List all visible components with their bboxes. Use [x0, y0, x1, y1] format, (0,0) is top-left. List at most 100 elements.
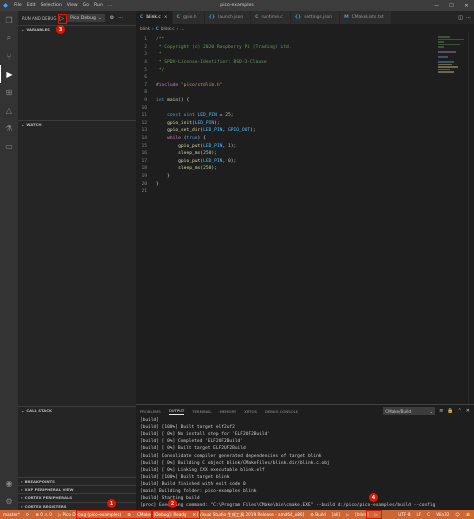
code-line[interactable]: 2 * Copyright (c) 2020 Raspberry Pi (Tra…: [136, 44, 436, 51]
status-feedback-icon[interactable]: ☺: [452, 512, 462, 518]
status-encoding[interactable]: UTF-8: [395, 512, 413, 518]
breadcrumb-folder[interactable]: blink: [140, 26, 150, 31]
status-build-target-item[interactable]: [all]: [329, 512, 343, 517]
section-peripheral-view[interactable]: › XXP PERIPHERAL VIEW: [18, 485, 136, 493]
tab-settings-json[interactable]: {} settings.json: [290, 11, 341, 24]
section-call-stack[interactable]: ⌄ CALL STACK: [18, 406, 136, 414]
code-text: sleep_ms(250);: [150, 151, 217, 156]
code-line[interactable]: 18 sleep_ms(250);: [136, 165, 436, 172]
tab-launch-json[interactable]: {} launch.json: [204, 11, 252, 24]
tab-runtime-c[interactable]: Cruntime.c: [251, 11, 291, 24]
status-launch-item[interactable]: ▷: [343, 512, 352, 517]
menu-more[interactable]: ...: [108, 3, 112, 8]
cmake-icon[interactable]: △: [0, 101, 18, 119]
panel-tab-memory[interactable]: MEMORY: [220, 409, 237, 414]
status-sync-item[interactable]: ⟳: [23, 512, 33, 517]
minimap[interactable]: [438, 36, 466, 76]
code-line[interactable]: 5 */: [136, 66, 436, 73]
code-line[interactable]: 20}: [136, 180, 436, 187]
more-actions-icon[interactable]: ⋯: [466, 15, 471, 21]
code-line[interactable]: 19 }: [136, 173, 436, 180]
close-icon[interactable]: ✕: [459, 0, 474, 11]
code-line[interactable]: 16 sleep_ms(250);: [136, 150, 436, 157]
code-token: gpio_put: [178, 143, 201, 149]
code-line[interactable]: 14 while (true) {: [136, 135, 436, 142]
extensions-icon[interactable]: ⊞: [0, 83, 18, 101]
code-line[interactable]: 4 * SPDX-License-Identifier: BSD-3-Claus…: [136, 59, 436, 66]
section-breakpoints[interactable]: › BREAKPOINTS: [18, 477, 136, 485]
list-filter-icon[interactable]: ≡: [439, 408, 443, 414]
code-line[interactable]: 6: [136, 74, 436, 81]
section-cortex-registers[interactable]: › CORTEX REGISTERS: [18, 502, 136, 510]
editor-scrollbar[interactable]: [468, 32, 474, 404]
code-line[interactable]: 8: [136, 89, 436, 96]
close-panel-icon[interactable]: ✕: [466, 408, 470, 414]
lock-scroll-icon[interactable]: 🔒: [447, 408, 453, 414]
tab-cmakelists-txt[interactable]: M CMakeLists.txt: [340, 11, 392, 24]
panel-tab-debug-console[interactable]: DEBUG CONSOLE: [265, 409, 298, 414]
more-actions-icon[interactable]: ⋯: [118, 15, 123, 21]
output-channel-label: CMake/Build: [385, 408, 412, 414]
testing-icon[interactable]: ⚗: [0, 119, 18, 137]
status-eol[interactable]: LF: [414, 512, 425, 518]
line-number: 3: [144, 52, 147, 58]
code-editor[interactable]: 1/** 2 * Copyright (c) 2020 Raspberry Pi …: [136, 32, 474, 404]
code-line[interactable]: 11 const uint LED_PIN = 25;: [136, 112, 436, 119]
code-line[interactable]: 10: [136, 104, 436, 111]
panel-tab-problems[interactable]: PROBLEMS: [140, 409, 161, 414]
code-line[interactable]: 1 /**: [136, 36, 436, 43]
maximize-panel-icon[interactable]: ⌃: [458, 408, 462, 414]
status-notifications-icon[interactable]: 🔔: [463, 512, 474, 518]
code-line[interactable]: 17 gpio_put(LED_PIN, 0);: [136, 158, 436, 165]
run-debug-icon[interactable]: ▶: [0, 65, 18, 83]
status-platform[interactable]: Win32: [433, 512, 452, 518]
output-channel-select[interactable]: CMake/Build ⌄: [383, 407, 436, 415]
status-problems-item[interactable]: ⊗ 0 ⚠ 0: [32, 512, 55, 517]
accounts-icon[interactable]: ◉: [0, 474, 18, 492]
code-line[interactable]: 13 gpio_set_dir(LED_PIN, GPIO_OUT);: [136, 127, 436, 134]
section-cortex-peripherals[interactable]: › CORTEX PERIPHERALS: [18, 493, 136, 501]
tab-gpio-h[interactable]: Cgpio.h: [172, 11, 205, 24]
debug-config-select[interactable]: Pico Debug ⌄: [67, 14, 105, 22]
output-line: [build] Consolidate compiler generated d…: [140, 453, 322, 459]
run-debug-sidebar: RUN AND DEBUG ▷ Pico Debug ⌄ ⚙ ⋯ ⌄ VARIA…: [18, 11, 136, 510]
code-line[interactable]: 21: [136, 188, 436, 195]
status-branch-item[interactable]: master*: [0, 512, 23, 517]
panel-tab-output[interactable]: OUTPUT: [168, 408, 185, 415]
split-editor-icon[interactable]: ◫: [458, 15, 463, 21]
tab-blink-c[interactable]: Cblink.c ×: [136, 11, 173, 24]
code-line[interactable]: 9 int main() {: [136, 97, 436, 104]
section-watch[interactable]: ⌄ WATCH: [18, 120, 136, 128]
menu-edit[interactable]: Edit: [27, 3, 36, 8]
code-line[interactable]: 3 *: [136, 51, 436, 58]
breadcrumb-symbol[interactable]: ...: [180, 26, 184, 31]
code-token: "pico/stdlib.h": [180, 82, 223, 88]
code-token: LED_PIN: [194, 120, 215, 126]
section-variables[interactable]: ⌄ VARIABLES: [18, 25, 136, 33]
settings-gear-icon[interactable]: ⚙: [110, 15, 114, 21]
minimize-icon[interactable]: —: [429, 0, 444, 11]
manage-gear-icon[interactable]: ⚙: [0, 492, 18, 510]
search-icon[interactable]: ⌕: [0, 29, 18, 47]
menu-view[interactable]: View: [67, 3, 78, 8]
menu-file[interactable]: File: [14, 3, 22, 8]
code-token: ) {: [197, 135, 206, 141]
panel-tab-terminal[interactable]: TERMINAL: [192, 409, 211, 414]
status-kit-item[interactable]: ✕ [Visual Studio 生成工具 2019 Release - amd…: [189, 512, 307, 518]
menu-selection[interactable]: Selection: [41, 3, 62, 8]
breadcrumb-file[interactable]: blink.c: [161, 26, 175, 31]
explorer-icon[interactable]: ❐: [0, 11, 18, 29]
code-line[interactable]: 15 gpio_put(LED_PIN, 1);: [136, 142, 436, 149]
status-language[interactable]: C: [424, 512, 433, 518]
remote-explorer-icon[interactable]: ▭: [0, 137, 18, 155]
tab-label: launch.json: [218, 15, 244, 20]
close-tab-icon[interactable]: ×: [164, 15, 168, 20]
status-build-item[interactable]: ⚙ Build: [307, 512, 329, 517]
source-control-icon[interactable]: ⑂: [0, 47, 18, 65]
maximize-icon[interactable]: ☐: [444, 0, 459, 11]
menu-go[interactable]: Go: [83, 3, 89, 8]
panel-tab-xrtos[interactable]: XRTOS: [244, 409, 257, 414]
menu-run[interactable]: Run: [94, 3, 103, 8]
code-line[interactable]: 7 #include "pico/stdlib.h": [136, 82, 436, 89]
code-line[interactable]: 12 gpio_init(LED_PIN);: [136, 120, 436, 127]
